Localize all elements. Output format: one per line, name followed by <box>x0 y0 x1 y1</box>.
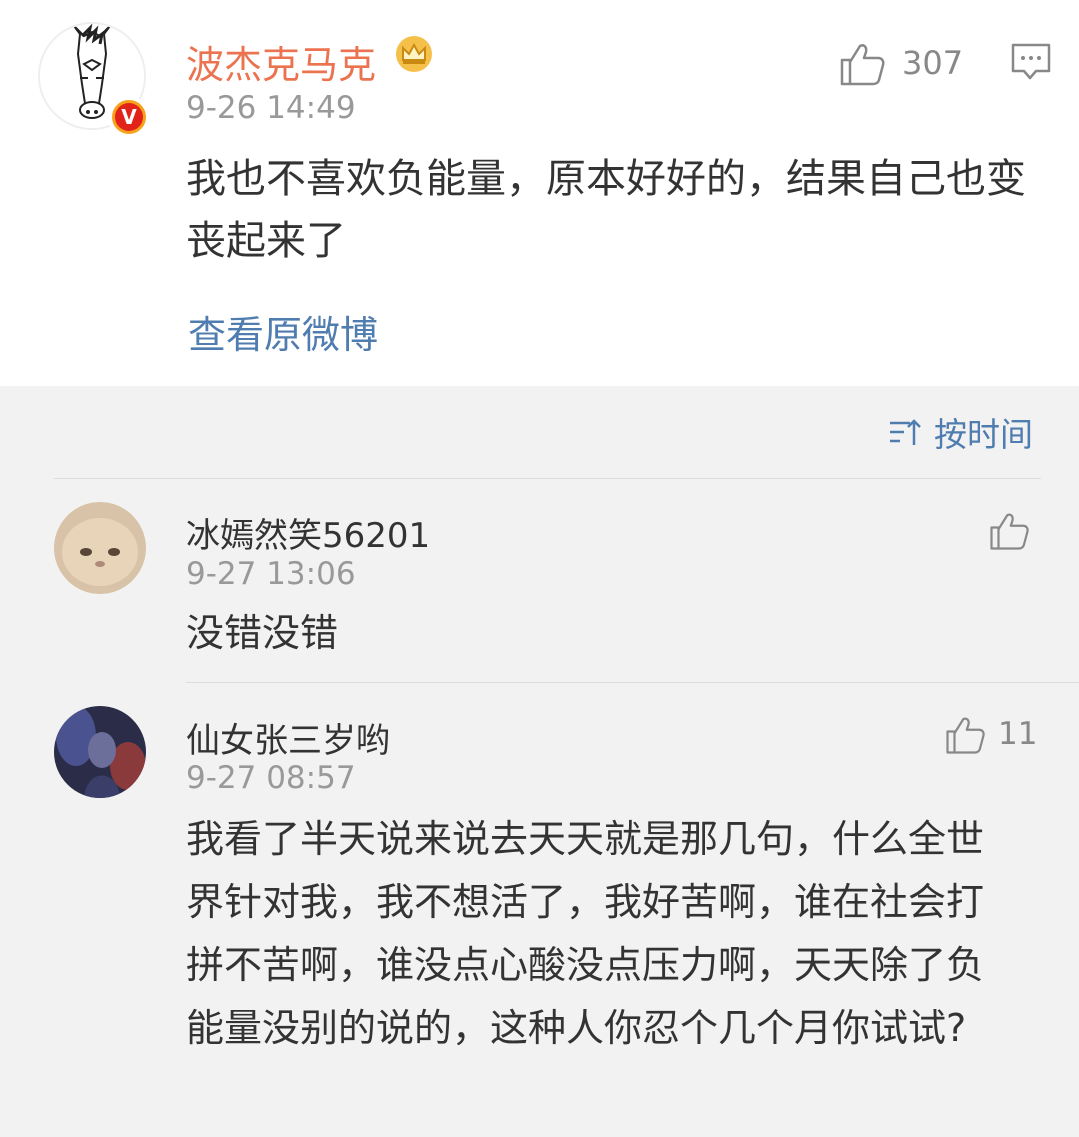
post-time: 9-26 14:49 <box>186 90 356 126</box>
commenter-name[interactable]: 冰嫣然笑56201 <box>186 508 430 557</box>
like-count: 307 <box>902 44 964 82</box>
sort-control[interactable]: 按时间 <box>888 410 1033 454</box>
thumbs-up-icon[interactable] <box>988 510 1030 552</box>
crown-icon <box>396 36 432 72</box>
comment-like-count: 11 <box>998 716 1038 752</box>
comment-text: 没错没错 <box>186 611 339 655</box>
view-original-link[interactable]: 查看原微博 <box>188 304 378 359</box>
commenter-avatar[interactable] <box>54 706 146 798</box>
comment-icon[interactable] <box>1010 42 1052 82</box>
commenter-avatar[interactable] <box>54 502 146 594</box>
comment-time: 9-27 13:06 <box>186 556 356 592</box>
commenter-name[interactable]: 仙女张三岁哟 <box>186 713 390 762</box>
divider <box>54 478 1041 479</box>
post-content: 我也不喜欢负能量，原本好好的，结果自己也变丧起来了 <box>186 156 1026 264</box>
verified-badge: V <box>108 96 150 138</box>
thumbs-up-icon[interactable] <box>838 40 886 88</box>
thumbs-up-icon[interactable] <box>944 714 986 756</box>
author-name[interactable]: 波杰克马克 <box>186 34 376 89</box>
comment-time: 9-27 08:57 <box>186 760 356 796</box>
verified-badge-label: V <box>115 103 143 131</box>
sort-label: 按时间 <box>934 415 1033 454</box>
comment-text: 我看了半天说来说去天天就是那几句，什么全世界针对我，我不想活了，我好苦啊，谁在社… <box>186 817 985 1050</box>
sort-icon <box>890 419 921 445</box>
divider <box>186 682 1079 683</box>
original-comment-card: V 波杰克马克 9-26 14:49 307 我也不喜欢负能量，原本好好的，结果… <box>0 0 1079 386</box>
